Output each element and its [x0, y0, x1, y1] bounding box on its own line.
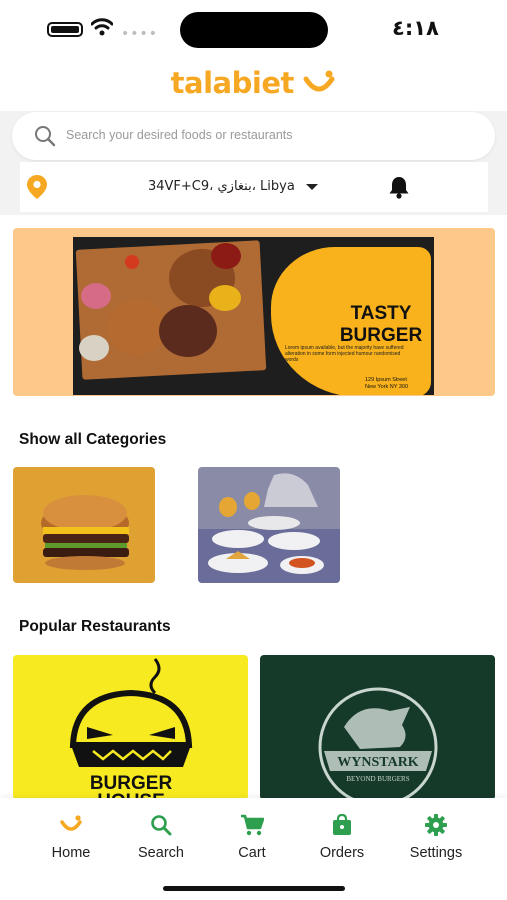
orders-bag-icon — [333, 814, 351, 835]
bottom-navigation: Home Search Cart Orders Settings — [0, 798, 507, 900]
onion-bowl — [81, 283, 111, 309]
nav-search-label: Search — [138, 845, 184, 861]
nav-orders[interactable]: Orders — [297, 814, 387, 861]
banner-address: 129 Ipsum Street New York NY 300 — [365, 377, 408, 391]
banner-headline-2: BURGER — [339, 325, 423, 346]
location-selector[interactable]: 34VF+C9، بنغازي، Libya — [20, 162, 488, 212]
dynamic-island — [180, 12, 328, 48]
promo-banner[interactable]: TASTY BURGER Lorem ipsum available, but … — [13, 228, 495, 396]
chevron-down-icon[interactable] — [306, 184, 318, 190]
burger-bun-left — [107, 299, 167, 355]
status-time: ٤:١٨ — [392, 16, 439, 40]
cart-icon — [241, 814, 264, 836]
nav-search[interactable]: Search — [116, 814, 206, 861]
search-placeholder: Search your desired foods or restaurants — [66, 128, 293, 142]
signal-dots: •••• — [121, 26, 159, 42]
banner-body: Lorem ipsum available, but the majority … — [285, 345, 404, 363]
category-traditional[interactable] — [198, 467, 340, 583]
tomato — [125, 255, 139, 269]
smile-logo-icon — [303, 70, 335, 92]
location-text: 34VF+C9، بنغازي، Libya — [148, 179, 295, 194]
traditional-food-image — [198, 473, 340, 583]
nav-home[interactable]: Home — [26, 814, 116, 861]
mustard-bowl — [209, 285, 241, 311]
wynstark-logo: WYNSTARK BEYOND BURGERS — [318, 687, 438, 800]
wynstark-text-2: BEYOND BURGERS — [346, 775, 409, 783]
search-bar[interactable]: Search your desired foods or restaurants — [12, 112, 495, 160]
banner-address-1: 129 Ipsum Street — [365, 377, 407, 383]
location-pin-icon — [27, 175, 47, 199]
salt-bowl — [79, 335, 109, 361]
restaurants-title: Popular Restaurants — [19, 618, 171, 635]
nav-cart-label: Cart — [238, 845, 266, 861]
restaurant-card-wynstark[interactable]: WYNSTARK BEYOND BURGERS — [260, 655, 495, 800]
banner-headline: TASTY BURGER — [331, 303, 431, 347]
notification-bell-icon[interactable] — [388, 175, 410, 199]
nav-home-label: Home — [51, 845, 91, 861]
banner-image: TASTY BURGER Lorem ipsum available, but … — [73, 237, 434, 395]
nav-settings-label: Settings — [409, 845, 463, 861]
status-bar: •••• ٤:١٨ — [0, 0, 507, 60]
banner-headline-1: TASTY — [350, 303, 412, 324]
gear-icon — [425, 814, 447, 836]
home-smile-icon — [60, 815, 82, 831]
nav-cart[interactable]: Cart — [207, 814, 297, 861]
search-icon — [35, 126, 56, 147]
wynstark-text-1: WYNSTARK — [337, 755, 419, 770]
categories-title: Show all Categories — [19, 431, 167, 448]
nav-settings[interactable]: Settings — [391, 814, 481, 861]
battery-icon — [47, 22, 83, 37]
home-indicator — [163, 886, 345, 891]
restaurant-card-burger-house[interactable]: BURGER HOUSE — [13, 655, 248, 800]
burger-image — [41, 495, 129, 570]
search-icon — [151, 815, 172, 836]
nav-orders-label: Orders — [319, 845, 365, 861]
wifi-icon — [91, 18, 113, 36]
burger-house-logo: BURGER HOUSE — [69, 658, 193, 800]
logo-text: talabiet — [170, 66, 295, 100]
category-burger[interactable] — [13, 467, 155, 583]
app-logo: talabiet — [0, 66, 507, 100]
banner-address-2: New York NY 300 — [365, 384, 409, 390]
burger-patty — [159, 305, 217, 357]
sauce-bowl — [211, 243, 241, 269]
